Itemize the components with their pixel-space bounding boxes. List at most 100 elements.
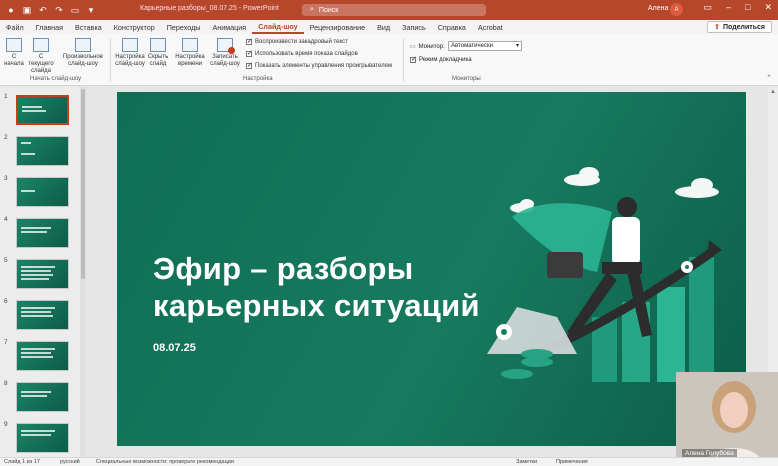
monitor-label-row: ▭ Монитор: <box>410 43 445 51</box>
tab-slideshow[interactable]: Слайд-шоу <box>252 20 304 34</box>
slide-thumbnail[interactable] <box>16 341 69 371</box>
search-box[interactable]: ⌕ Поиск <box>302 4 486 16</box>
ribbon-tabs: Файл Главная Вставка Конструктор Переход… <box>0 20 778 34</box>
slide-thumbnail[interactable] <box>16 177 69 207</box>
hide-slide-button[interactable]: Скрыть слайд <box>146 38 170 68</box>
tab-insert[interactable]: Вставка <box>69 20 108 34</box>
thumbnail-number: 8 <box>4 380 8 387</box>
setup-slideshow-button[interactable]: Настройка слайд-шоу <box>113 38 147 68</box>
maximize-icon[interactable]: □ <box>745 2 750 13</box>
notes-button[interactable]: Заметки <box>516 459 537 465</box>
slide-thumbnail[interactable] <box>16 136 69 166</box>
minimize-icon[interactable]: – <box>726 2 731 13</box>
setup-icon <box>122 38 138 52</box>
window-title: Карьерные разборы_08.07.25 - PowerPoint <box>140 5 279 12</box>
language-indicator[interactable]: русский <box>60 459 80 465</box>
from-beginning-button[interactable]: С начала <box>4 38 24 68</box>
thumbnail-scrollbar[interactable] <box>80 87 86 457</box>
show-media-controls-checkbox[interactable]: Показать элементы управления проигрывате… <box>246 61 393 69</box>
custom-show-icon <box>75 38 91 52</box>
slide-thumbnail[interactable] <box>16 218 69 248</box>
search-placeholder: Поиск <box>318 6 339 14</box>
play-narrations-checkbox[interactable]: Воспроизвести закадровый текст <box>246 37 348 45</box>
slide-thumbnail[interactable] <box>16 95 69 125</box>
slideshow-current-icon <box>33 38 49 52</box>
thumbnail-number: 7 <box>4 339 8 346</box>
start-group-label: Начать слайд-шоу <box>30 76 82 82</box>
accessibility-status[interactable]: Специальные возможности: проверьте реком… <box>96 459 234 465</box>
present-icon[interactable]: ▭ <box>70 5 80 15</box>
hide-slide-label: Скрыть слайд <box>147 54 169 67</box>
avatar[interactable]: А <box>670 3 683 16</box>
slide-thumbnail[interactable] <box>16 423 69 453</box>
tab-transitions[interactable]: Переходы <box>161 20 207 34</box>
undo-icon[interactable]: ↶ <box>38 5 48 15</box>
thumbnail-item[interactable]: 2 <box>0 132 82 166</box>
rehearse-timings-button[interactable]: Настройка времени <box>174 38 206 68</box>
play-narrations-label: Воспроизвести закадровый текст <box>255 39 348 45</box>
ribbon-display-icon[interactable]: ▭ <box>703 2 712 13</box>
thumbnail-item[interactable]: 9 <box>0 419 82 453</box>
slide-title[interactable]: Эфир – разборы карьерных ситуаций <box>153 250 513 324</box>
thumbnail-item[interactable]: 5 <box>0 255 82 289</box>
slide-thumbnail[interactable] <box>16 300 69 330</box>
user-name[interactable]: Алена <box>648 5 668 12</box>
ribbon: С начала С текущего слайда Произвольное … <box>0 34 778 86</box>
thumbnail-number: 6 <box>4 298 8 305</box>
thumbnail-item[interactable]: 8 <box>0 378 82 412</box>
presenter-view-checkbox[interactable]: Режим докладчика <box>410 55 472 63</box>
show-media-controls-label: Показать элементы управления проигрывате… <box>255 63 393 69</box>
thumbnail-number: 1 <box>4 93 8 100</box>
tab-design[interactable]: Конструктор <box>108 20 161 34</box>
monitor-select[interactable]: Автоматически <box>448 41 522 51</box>
search-icon: ⌕ <box>310 6 314 13</box>
tab-view[interactable]: Вид <box>371 20 396 34</box>
slide-title-line1: Эфир – разборы <box>153 251 414 286</box>
tab-home[interactable]: Главная <box>30 20 69 34</box>
monitor-icon: ▭ <box>410 44 416 50</box>
thumbnail-number: 4 <box>4 216 8 223</box>
slide-thumbnail[interactable] <box>16 259 69 289</box>
slide-date[interactable]: 08.07.25 <box>153 342 196 354</box>
close-icon[interactable]: ✕ <box>764 2 772 13</box>
tab-animations[interactable]: Анимация <box>206 20 252 34</box>
custom-slideshow-label: Произвольное слайд-шоу <box>62 54 104 67</box>
tab-record[interactable]: Запись <box>396 20 432 34</box>
comments-button[interactable]: Примечания <box>556 459 588 465</box>
timer-icon <box>182 38 198 52</box>
record-icon <box>217 38 235 54</box>
hide-slide-icon <box>150 38 166 52</box>
thumbnail-item[interactable]: 4 <box>0 214 82 248</box>
thumbnail-item[interactable]: 1 <box>0 91 82 125</box>
tab-file[interactable]: Файл <box>0 20 30 34</box>
window-controls: ▭ – □ ✕ <box>703 2 772 13</box>
group-divider <box>110 38 111 82</box>
collapse-ribbon-icon[interactable]: ⌃ <box>766 74 772 82</box>
slide-thumbnail[interactable] <box>16 382 69 412</box>
tab-help[interactable]: Справка <box>432 20 472 34</box>
use-timings-checkbox[interactable]: Использовать время показа слайдов <box>246 49 358 57</box>
thumbnail-item[interactable]: 3 <box>0 173 82 207</box>
checkbox-checked <box>246 61 253 69</box>
tab-review[interactable]: Рецензирование <box>304 20 372 34</box>
main-slide[interactable]: Эфир – разборы карьерных ситуаций 08.07.… <box>117 92 746 446</box>
status-bar: Слайд 1 из 17 русский Специальные возмож… <box>0 457 778 466</box>
thumbnail-number: 3 <box>4 175 8 182</box>
scroll-up-icon[interactable]: ▲ <box>770 89 776 95</box>
from-current-slide-button[interactable]: С текущего слайда <box>26 38 56 75</box>
share-button[interactable]: ⇪ Поделиться <box>707 21 772 33</box>
checkbox-checked <box>410 55 417 63</box>
tab-acrobat[interactable]: Acrobat <box>472 20 509 34</box>
thumbnail-item[interactable]: 7 <box>0 337 82 371</box>
custom-slideshow-button[interactable]: Произвольное слайд-шоу <box>60 38 106 68</box>
monitor-label: Монитор: <box>418 43 445 50</box>
redo-icon[interactable]: ↷ <box>54 5 64 15</box>
record-slideshow-button[interactable]: Записать слайд-шоу <box>208 38 242 68</box>
thumbnail-item[interactable]: 6 <box>0 296 82 330</box>
setup-group-label: Настройка <box>243 76 273 82</box>
title-bar: ● ▣ ↶ ↷ ▭ ▾ Карьерные разборы_08.07.25 -… <box>0 0 778 20</box>
scrollbar-thumb[interactable] <box>81 89 85 279</box>
customize-dropdown-icon[interactable]: ▾ <box>86 5 96 15</box>
save-icon[interactable]: ▣ <box>22 5 32 15</box>
autosave-icon[interactable]: ● <box>6 5 16 15</box>
